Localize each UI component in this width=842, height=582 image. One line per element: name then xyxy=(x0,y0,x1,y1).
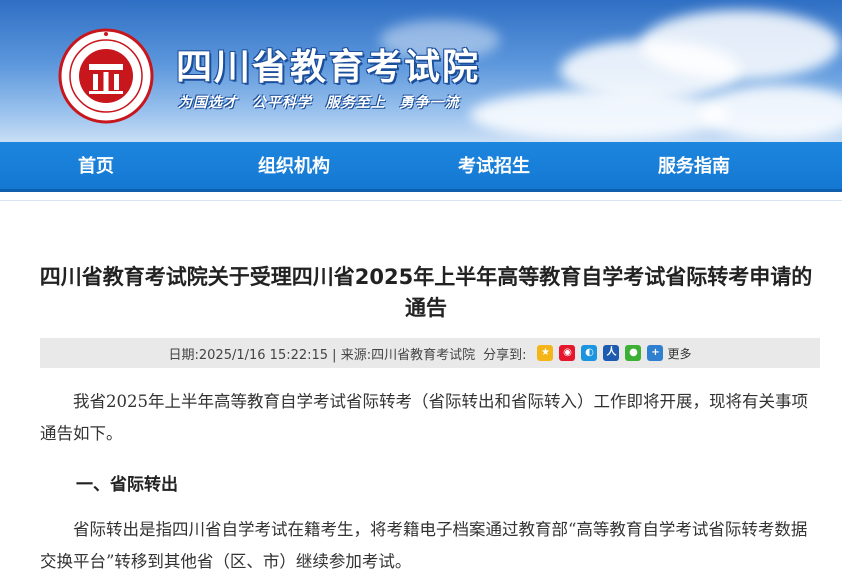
divider xyxy=(0,200,842,201)
banner-cloud xyxy=(640,10,840,80)
article-meta-bar: 日期:2025/1/16 15:22:15 | 来源:四川省教育考试院 分享到:… xyxy=(40,338,820,368)
wechat-icon[interactable]: ● xyxy=(625,345,642,361)
main-nav: 首页 组织机构 考试招生 服务指南 xyxy=(0,142,842,192)
share-more-link[interactable]: 更多 xyxy=(667,345,691,362)
site-title: 四川省教育考试院 xyxy=(176,47,481,88)
section-body-paragraph: 省际转出是指四川省自学考试在籍考生，将考籍电子档案通过教育部“高等教育自学考试省… xyxy=(40,520,808,571)
more-plus-icon[interactable]: + xyxy=(647,345,664,361)
weibo-icon[interactable]: ◉ xyxy=(559,345,576,361)
section-heading: 一、省际转出 xyxy=(76,475,178,495)
nav-item-exams[interactable]: 考试招生 xyxy=(458,142,530,192)
nav-item-home[interactable]: 首页 xyxy=(78,142,114,192)
article-meta: 日期:2025/1/16 15:22:15 | 来源:四川省教育考试院 xyxy=(168,347,476,363)
renren-icon[interactable]: 人 xyxy=(603,345,620,361)
share-label: 分享到: xyxy=(483,347,527,363)
logo-emblem[interactable] xyxy=(58,28,154,124)
article-intro-paragraph: 我省2025年上半年高等教育自学考试省际转考（省际转出和省际转入）工作即将开展，… xyxy=(40,392,808,443)
banner-cloud xyxy=(700,85,842,140)
tencent-weibo-icon[interactable]: ◐ xyxy=(581,345,598,361)
site-slogan: 为国选才 公平科学 服务至上 勇争一流 xyxy=(178,95,460,111)
article-title: 四川省教育考试院关于受理四川省2025年上半年高等教育自学考试省际转考申请的通告 xyxy=(39,265,813,320)
logo-emblem-icon xyxy=(58,28,154,124)
nav-item-organization[interactable]: 组织机构 xyxy=(258,142,330,192)
banner-cloud xyxy=(470,90,730,140)
nav-item-service-guide[interactable]: 服务指南 xyxy=(658,142,730,192)
header-banner: 四川省教育考试院 为国选才 公平科学 服务至上 勇争一流 xyxy=(0,0,842,142)
qzone-icon[interactable]: ★ xyxy=(537,345,554,361)
